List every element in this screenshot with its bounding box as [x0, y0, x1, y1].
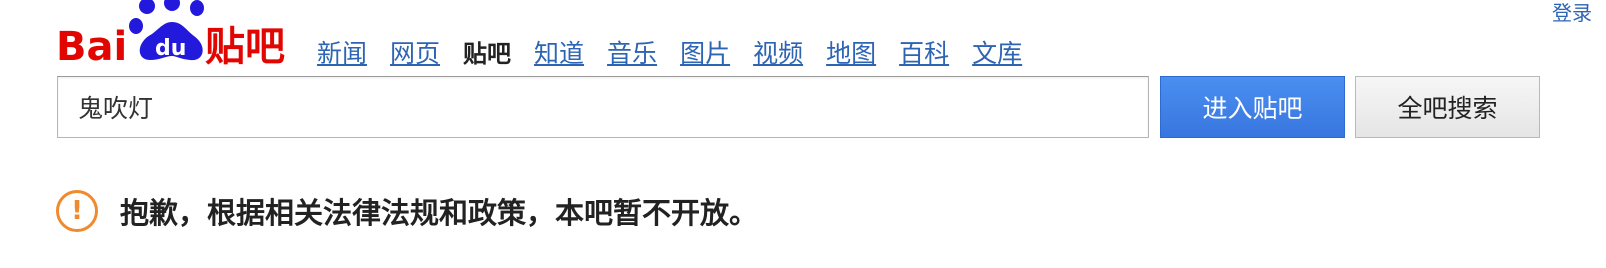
paw-toe — [190, 0, 204, 16]
nav-images[interactable]: 图片 — [680, 34, 730, 74]
login-link[interactable]: 登录 — [1552, 0, 1592, 26]
search-input[interactable] — [57, 76, 1149, 138]
logo-tieba: 贴吧 — [205, 24, 285, 70]
nav-video[interactable]: 视频 — [753, 34, 803, 74]
nav-zhidao[interactable]: 知道 — [534, 34, 584, 74]
top-nav: 新闻 网页 贴吧 知道 音乐 图片 视频 地图 百科 文库 — [317, 34, 1022, 74]
nav-map[interactable]: 地图 — [826, 34, 876, 74]
paw-toe — [139, 0, 155, 14]
nav-baike[interactable]: 百科 — [899, 34, 949, 74]
nav-news[interactable]: 新闻 — [317, 34, 367, 74]
nav-wenku[interactable]: 文库 — [972, 34, 1022, 74]
paw-toe — [129, 18, 143, 34]
notice-text: 抱歉，根据相关法律法规和政策，本吧暂不开放。 — [120, 196, 759, 230]
baidu-tieba-logo[interactable]: Bai du 贴吧 — [52, 0, 292, 72]
closed-notice: ! 抱歉，根据相关法律法规和政策，本吧暂不开放。 — [56, 190, 758, 232]
search-all-button[interactable]: 全吧搜索 — [1355, 76, 1540, 138]
logo-bai: Bai — [56, 24, 127, 70]
paw-toe — [164, 0, 180, 11]
warning-icon: ! — [56, 190, 98, 232]
logo-du: du — [155, 36, 186, 61]
nav-web[interactable]: 网页 — [390, 34, 440, 74]
enter-tieba-button[interactable]: 进入贴吧 — [1160, 76, 1345, 138]
nav-tieba: 贴吧 — [463, 40, 512, 68]
nav-music[interactable]: 音乐 — [607, 34, 657, 74]
